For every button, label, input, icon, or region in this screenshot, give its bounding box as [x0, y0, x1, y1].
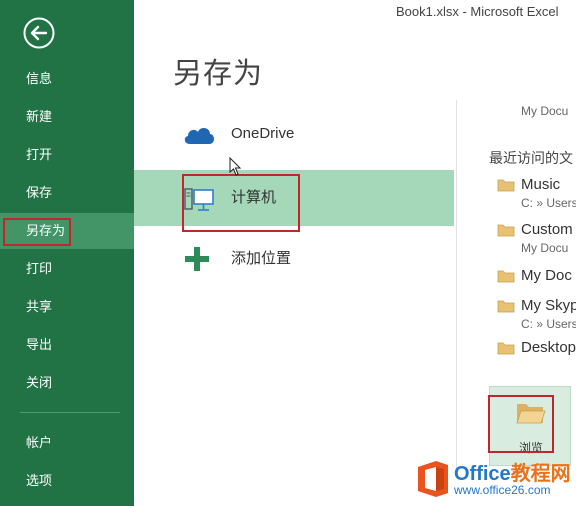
folder-icon	[497, 179, 515, 192]
sidebar-item-open[interactable]: 打开	[0, 137, 134, 173]
sidebar-item-save[interactable]: 保存	[0, 175, 134, 211]
sidebar-item-close[interactable]: 关闭	[0, 365, 134, 401]
folder-name: Custom	[521, 221, 573, 238]
back-button[interactable]	[23, 17, 55, 49]
place-label-add-location: 添加位置	[231, 250, 292, 267]
recent-folders-heading: 最近访问的文	[489, 150, 573, 166]
sidebar-item-print[interactable]: 打印	[0, 251, 134, 287]
window-title: Book1.xlsx - Microsoft Excel	[396, 4, 559, 19]
watermark: Office教程网 www.office26.com	[414, 455, 576, 506]
folder-icon	[497, 224, 515, 237]
page-title: 另存为	[173, 58, 264, 90]
folder-name: My Doc	[521, 267, 572, 284]
mouse-cursor-icon	[229, 157, 242, 176]
folder-name: Desktop	[521, 339, 576, 356]
folder-name: Music	[521, 176, 561, 193]
highlight-box-computer	[182, 174, 300, 232]
sidebar-item-account[interactable]: 帐户	[0, 425, 134, 461]
highlight-box-browse	[488, 395, 554, 453]
watermark-title: Office教程网	[454, 463, 571, 485]
sidebar-item-info[interactable]: 信息	[0, 61, 134, 97]
sidebar-divider	[20, 412, 120, 413]
sidebar-item-new[interactable]: 新建	[0, 99, 134, 135]
folder-path: C: » Users	[521, 196, 576, 210]
back-arrow-icon	[23, 17, 55, 49]
folder-icon	[497, 270, 515, 283]
place-add-location[interactable]: 添加位置	[134, 228, 454, 284]
sidebar-item-export[interactable]: 导出	[0, 327, 134, 363]
folder-path: C: » Users	[521, 317, 576, 331]
recent-path-top: My Docu	[521, 104, 569, 118]
watermark-url: www.office26.com	[454, 483, 551, 497]
backstage-sidebar: 信息 新建 打开 保存 另存为 打印 共享 导出 关闭 帐户 选项	[0, 0, 134, 506]
place-onedrive[interactable]: OneDrive	[134, 106, 454, 162]
folder-name: My Skyp	[521, 297, 576, 314]
folder-path: My Docu	[521, 241, 569, 255]
folder-icon	[497, 342, 515, 355]
sidebar-item-share[interactable]: 共享	[0, 289, 134, 325]
sidebar-item-options[interactable]: 选项	[0, 463, 134, 499]
place-label-onedrive: OneDrive	[231, 125, 295, 142]
cloud-icon	[184, 128, 214, 144]
highlight-box-save-as	[3, 218, 71, 246]
folder-icon	[497, 300, 515, 313]
plus-icon	[185, 247, 209, 271]
office-logo-icon	[418, 461, 448, 497]
